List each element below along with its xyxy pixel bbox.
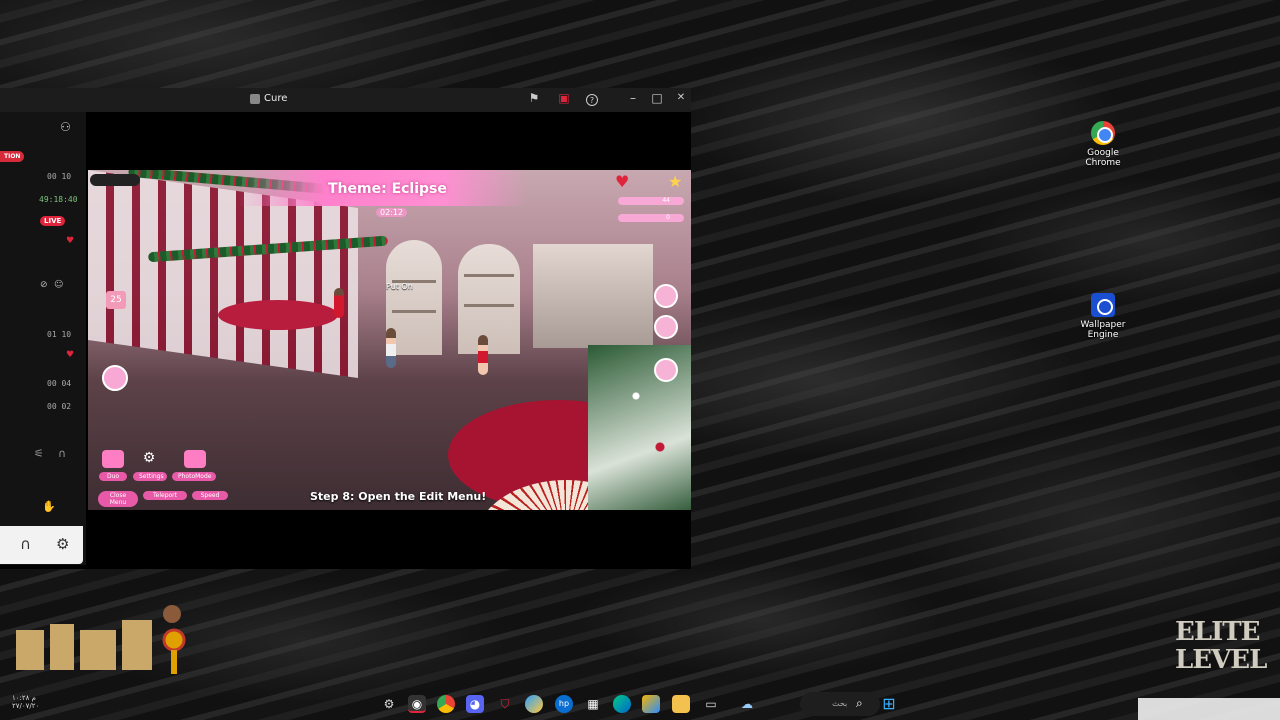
calendar-counter[interactable]: 25 xyxy=(106,291,126,309)
mic-off-icon[interactable]: ⚟ xyxy=(34,447,44,460)
close-menu-button[interactable]: Close Menu xyxy=(98,491,138,507)
desktop-icon-label: Wallpaper xyxy=(1080,320,1126,330)
flag-icon[interactable]: ⚑ xyxy=(525,91,543,105)
logo-text: ELITE xyxy=(1175,617,1260,647)
clock-date: ٢٧/٠٧/٢٠ xyxy=(12,702,40,710)
game-mini-toolbar[interactable] xyxy=(90,174,140,186)
settings-gear-icon[interactable]: ⚙ xyxy=(138,450,160,468)
record-icon[interactable]: ▣ xyxy=(555,91,573,105)
stream-uptime: 49:18:40 xyxy=(39,195,78,204)
notification-area xyxy=(1138,698,1280,720)
stat-row: 00 04 xyxy=(47,379,72,388)
app2-icon[interactable] xyxy=(642,695,660,713)
live-badge: LIVE xyxy=(40,216,66,226)
put-on-prompt[interactable]: Put On xyxy=(386,282,413,291)
emoji-icon[interactable]: ☺ xyxy=(54,280,63,290)
weather-icon[interactable]: ☁ xyxy=(732,695,762,713)
wallpaper-engine-icon xyxy=(1091,293,1115,317)
windows-start-icon[interactable]: ⊞ xyxy=(880,695,898,713)
heart-icon: ♥ xyxy=(615,172,630,191)
speed-button[interactable]: Speed xyxy=(192,491,228,500)
stat-row: 00 02 xyxy=(47,402,72,411)
gift-icon[interactable] xyxy=(102,365,128,391)
logo-text: LEVEL xyxy=(1175,645,1267,675)
stat-row: 00 10 xyxy=(47,172,72,181)
game-viewport[interactable]: Theme: Eclipse 02:12 44 0 ♥ ★ Put On 25 … xyxy=(88,170,691,510)
theme-title: Theme: Eclipse xyxy=(328,181,447,197)
elite-level-logo: ELITE LEVEL xyxy=(1175,618,1267,698)
headphones-icon[interactable]: ∩ xyxy=(20,535,31,553)
game-window: Cure ⚑ ▣ ? – □ ✕ Theme: Eclipse 02:12 44… xyxy=(0,88,691,569)
avatar xyxy=(334,288,344,318)
folder-icon[interactable] xyxy=(672,695,690,713)
desktop-icon-google-chrome[interactable]: Google Chrome xyxy=(1071,121,1135,168)
stat-row: 01 10 xyxy=(47,330,72,339)
close-button[interactable]: ✕ xyxy=(672,92,690,103)
headset-icon[interactable]: ∩ xyxy=(58,447,66,460)
side-menu-button[interactable] xyxy=(654,315,678,339)
chrome-icon[interactable] xyxy=(437,695,455,713)
search-placeholder: بحث xyxy=(832,699,848,708)
star-icon: ★ xyxy=(668,172,683,191)
avatar xyxy=(386,328,396,368)
desktop-icon-label: Google xyxy=(1087,148,1119,158)
hand-icon[interactable]: ✋ xyxy=(42,500,56,513)
maximize-button[interactable]: □ xyxy=(648,91,666,105)
boots-shelf xyxy=(533,244,653,348)
status-badge: TION xyxy=(0,151,25,162)
side-menu-button[interactable] xyxy=(654,358,678,382)
window-titlebar[interactable]: Cure ⚑ ▣ ? – □ ✕ xyxy=(0,88,691,112)
shield-icon[interactable]: ⛉ xyxy=(496,695,514,713)
photomode-icon[interactable] xyxy=(184,450,206,468)
help-icon[interactable]: ? xyxy=(586,94,598,106)
copilot-icon[interactable] xyxy=(525,695,543,713)
round-timer: 02:12 xyxy=(376,208,408,217)
heart-icon: ♥ xyxy=(66,236,75,246)
rug xyxy=(218,300,338,330)
edge-icon[interactable] xyxy=(613,695,631,713)
desktop-icon-label: Engine xyxy=(1087,330,1119,340)
settings-gear-icon[interactable]: ⚙ xyxy=(56,535,69,553)
minimize-button[interactable]: – xyxy=(624,91,642,105)
duo-icon[interactable] xyxy=(102,450,124,468)
tutorial-step-text: Step 8: Open the Edit Menu! xyxy=(310,490,487,503)
heart-icon: ♥ xyxy=(66,350,75,360)
window-icon[interactable]: ▭ xyxy=(702,695,720,713)
desktop-icon-label: Chrome xyxy=(1085,158,1121,168)
hud-hearts: 44 xyxy=(618,197,684,205)
mic-muted-icon[interactable]: ⊘ xyxy=(40,280,48,290)
taskbar: ⚙ ◉ ◕ ⛉ hp ▦ ▭ ☁ بحث ⌕ ⊞ xyxy=(370,692,910,716)
discord-icon[interactable]: ◕ xyxy=(466,695,484,713)
system-clock[interactable]: ۱۰:۲۸ م ٢٧/٠٧/٢٠ xyxy=(12,694,39,710)
voice-controls: ∩ ⚙ xyxy=(0,526,83,564)
search-box[interactable]: بحث ⌕ xyxy=(800,692,880,716)
duo-button[interactable]: Duo xyxy=(99,472,127,481)
chrome-icon xyxy=(1091,121,1115,145)
channel-logo xyxy=(16,605,186,674)
teleport-button[interactable]: Teleport xyxy=(143,491,187,500)
settings-icon[interactable]: ⚙ xyxy=(380,695,398,713)
avatar xyxy=(478,335,488,375)
hair-shelf xyxy=(458,244,520,354)
add-user-icon[interactable]: ⚇ xyxy=(60,120,71,134)
store-icon[interactable]: ▦ xyxy=(584,695,602,713)
clock-time: ۱۰:۲۸ م xyxy=(12,694,36,702)
hp-icon[interactable]: hp xyxy=(555,695,573,713)
app-icon[interactable]: ◉ xyxy=(408,695,426,713)
window-title: Cure xyxy=(264,93,288,104)
cure-app-icon xyxy=(250,94,260,104)
photomode-button[interactable]: PhotoMode xyxy=(172,472,216,481)
settings-button[interactable]: Settings xyxy=(133,472,167,481)
search-icon: ⌕ xyxy=(856,696,863,710)
hud-stars: 0 xyxy=(618,214,684,222)
side-menu-button[interactable] xyxy=(654,284,678,308)
desktop-icon-wallpaper-engine[interactable]: Wallpaper Engine xyxy=(1071,293,1135,340)
stream-side-panel: ⚇ TION 00 10 49:18:40 LIVE ♥ ⊘ ☺ 01 10 ♥… xyxy=(0,112,86,565)
